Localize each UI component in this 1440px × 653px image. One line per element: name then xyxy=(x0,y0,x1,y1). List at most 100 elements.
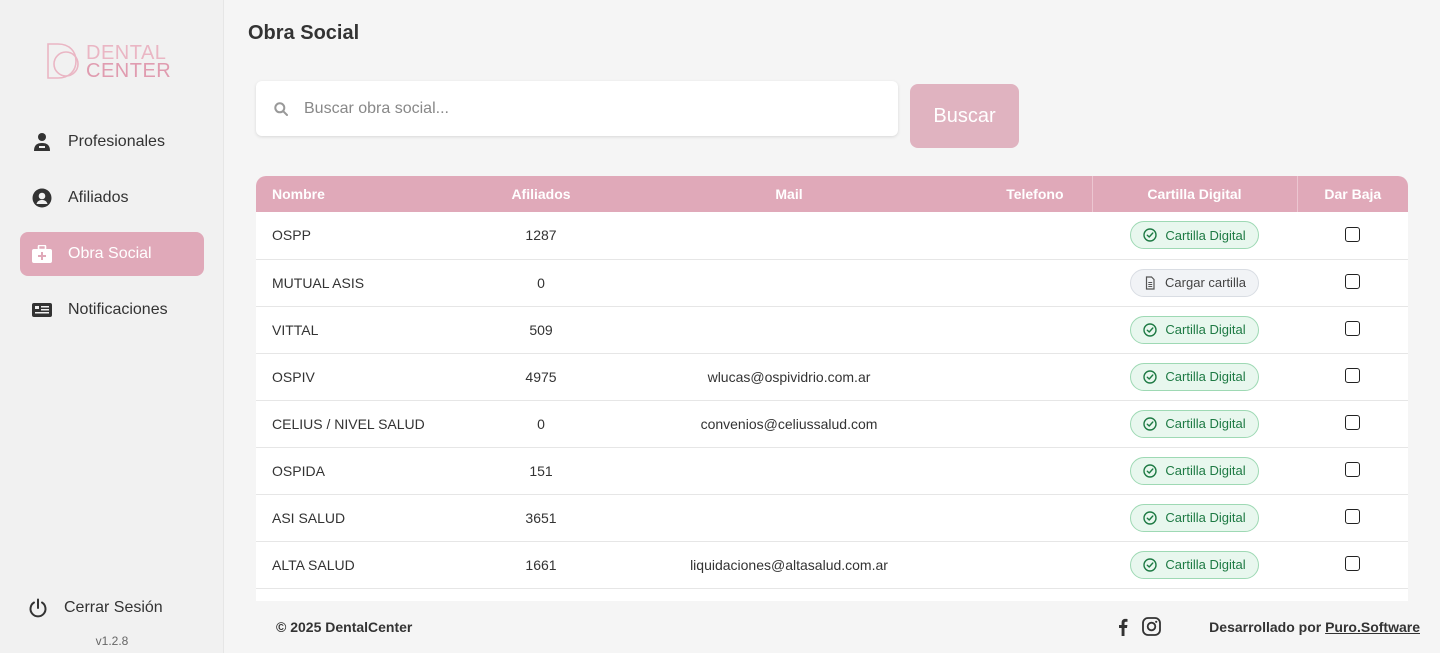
dar-baja-checkbox[interactable] xyxy=(1345,274,1360,290)
cell-mail xyxy=(621,212,957,260)
medical-kit-icon xyxy=(32,244,52,264)
instagram-icon[interactable] xyxy=(1142,617,1161,636)
sidebar-item-label: Notificaciones xyxy=(68,301,168,318)
table-row: OSPP 1287 Cartilla Digital xyxy=(256,212,1408,260)
cartilla-digital-badge[interactable]: Cartilla Digital xyxy=(1130,409,1259,438)
cell-cartilla: Cartilla Digital xyxy=(1092,212,1297,260)
column-header-nombre[interactable]: Nombre xyxy=(256,176,461,212)
table-row: VITTAL 509 Cartilla Digital xyxy=(256,306,1408,354)
dental-center-logo[interactable]: DENTAL CENTER xyxy=(44,40,174,84)
column-header-mail[interactable]: Mail xyxy=(621,176,957,212)
dar-baja-checkbox[interactable] xyxy=(1345,227,1360,243)
cell-afiliados: 1661 xyxy=(461,541,621,589)
column-header-cartilla: Cartilla Digital xyxy=(1091,176,1297,212)
obras-sociales-table: Nombre Afiliados Mail Telefono Cartilla … xyxy=(256,176,1408,601)
power-icon xyxy=(28,598,48,618)
doctor-icon xyxy=(32,132,52,152)
cartilla-digital-badge[interactable]: Cartilla Digital xyxy=(1130,456,1259,485)
logout-label: Cerrar Sesión xyxy=(64,599,163,616)
cartilla-digital-badge[interactable]: Cartilla Digital xyxy=(1130,221,1259,250)
cartilla-label: Cartilla Digital xyxy=(1165,322,1246,337)
cell-telefono xyxy=(957,212,1092,260)
cargar-cartilla-button[interactable]: Cargar cartilla xyxy=(1130,268,1259,297)
dar-baja-checkbox[interactable] xyxy=(1345,462,1360,478)
cartilla-label: Cartilla Digital xyxy=(1165,369,1246,384)
search-box xyxy=(256,81,898,136)
cell-dar-baja xyxy=(1297,494,1408,542)
cartilla-digital-badge[interactable]: Cartilla Digital xyxy=(1130,550,1259,579)
cartilla-label: Cartilla Digital xyxy=(1165,557,1246,572)
sidebar: DENTAL CENTER Profesionales Afiliados Ob… xyxy=(0,0,224,653)
search-icon xyxy=(274,101,288,116)
table-row: ALTA SALUD 1661 liquidaciones@altasalud.co… xyxy=(256,541,1408,589)
cell-mail xyxy=(621,259,957,307)
sidebar-nav: Profesionales Afiliados Obra Social Noti… xyxy=(20,120,204,344)
table-row: OSPIV 4975 wlucas@ospividrio.com.ar Cartill… xyxy=(256,353,1408,401)
table-row: CELIUS / NIVEL SALUD 0 convenios@celiussal… xyxy=(256,400,1408,448)
table-body: OSPP 1287 Cartilla Digital MUTUAL ASIS 0 Carg… xyxy=(256,212,1408,589)
search-button[interactable]: Buscar xyxy=(910,84,1019,148)
facebook-icon[interactable] xyxy=(1118,618,1128,636)
cell-dar-baja xyxy=(1297,212,1408,260)
page-title: Obra Social xyxy=(248,22,360,44)
cell-mail xyxy=(621,447,957,495)
check-circle-icon xyxy=(1143,510,1165,525)
table-row: MUTUAL ASIS 0 Cargar cartilla xyxy=(256,259,1408,307)
cartilla-digital-badge[interactable]: Cartilla Digital xyxy=(1130,503,1259,532)
sidebar-item-notificaciones[interactable]: Notificaciones xyxy=(20,288,204,332)
dar-baja-checkbox[interactable] xyxy=(1345,321,1360,337)
cell-afiliados: 1287 xyxy=(461,212,621,260)
check-circle-icon xyxy=(1143,228,1165,242)
cell-afiliados: 4975 xyxy=(461,353,621,401)
cell-cartilla: Cartilla Digital xyxy=(1092,306,1297,354)
cell-telefono xyxy=(957,353,1092,401)
cartilla-label: Cargar cartilla xyxy=(1165,275,1246,290)
cell-telefono xyxy=(957,400,1092,448)
cartilla-label: Cartilla Digital xyxy=(1165,416,1246,431)
cell-dar-baja xyxy=(1297,353,1408,401)
search-input[interactable] xyxy=(304,99,864,118)
dar-baja-checkbox[interactable] xyxy=(1345,509,1360,525)
cell-dar-baja xyxy=(1297,400,1408,448)
developer-link[interactable]: Puro.Software xyxy=(1325,619,1420,635)
dar-baja-checkbox[interactable] xyxy=(1345,415,1360,431)
sidebar-item-obra-social[interactable]: Obra Social xyxy=(20,232,204,276)
cell-nombre: ALTA SALUD xyxy=(256,541,461,589)
cell-nombre: MUTUAL ASIS xyxy=(256,259,461,307)
footer: © 2025 DentalCenter Desarrollado por Pur… xyxy=(224,601,1440,653)
dar-baja-checkbox[interactable] xyxy=(1345,556,1360,572)
app-version: v1.2.8 xyxy=(95,634,129,648)
cartilla-digital-badge[interactable]: Cartilla Digital xyxy=(1130,315,1259,344)
cartilla-label: Cartilla Digital xyxy=(1165,227,1246,243)
cell-mail: convenios@celiussalud.com xyxy=(621,400,957,448)
developer-credit: Desarrollado por Puro.Software xyxy=(1209,619,1420,635)
cell-dar-baja xyxy=(1297,447,1408,495)
logo-text-line2: CENTER xyxy=(86,60,172,82)
cell-nombre: ASI SALUD xyxy=(256,494,461,542)
cell-afiliados: 3651 xyxy=(461,494,621,542)
cartilla-digital-badge[interactable]: Cartilla Digital xyxy=(1130,362,1259,391)
cell-cartilla: Cartilla Digital xyxy=(1092,353,1297,401)
tooth-logo-icon xyxy=(47,43,79,79)
table-row: ASI SALUD 3651 Cartilla Digital xyxy=(256,494,1408,542)
sidebar-item-profesionales[interactable]: Profesionales xyxy=(20,120,204,164)
logout-button[interactable]: Cerrar Sesión xyxy=(28,598,163,618)
cell-dar-baja xyxy=(1297,259,1408,307)
document-icon xyxy=(1143,275,1165,290)
cartilla-label: Cartilla Digital xyxy=(1165,510,1246,525)
sidebar-item-label: Afiliados xyxy=(68,189,129,206)
footer-copyright: © 2025 DentalCenter xyxy=(276,619,413,635)
dar-baja-checkbox[interactable] xyxy=(1345,368,1360,384)
sidebar-item-label: Obra Social xyxy=(68,245,152,262)
cell-nombre: VITTAL xyxy=(256,306,461,354)
column-header-afiliados[interactable]: Afiliados xyxy=(461,176,621,212)
cell-nombre: OSPIDA xyxy=(256,447,461,495)
developer-prefix: Desarrollado por xyxy=(1209,619,1322,635)
social-links xyxy=(1118,617,1175,636)
check-circle-icon xyxy=(1143,463,1165,478)
sidebar-item-afiliados[interactable]: Afiliados xyxy=(20,176,204,220)
column-header-telefono[interactable]: Telefono xyxy=(957,176,1092,212)
cell-nombre: OSPIV xyxy=(256,353,461,401)
cell-dar-baja xyxy=(1297,306,1408,354)
table-row: OSPIDA 151 Cartilla Digital xyxy=(256,447,1408,495)
